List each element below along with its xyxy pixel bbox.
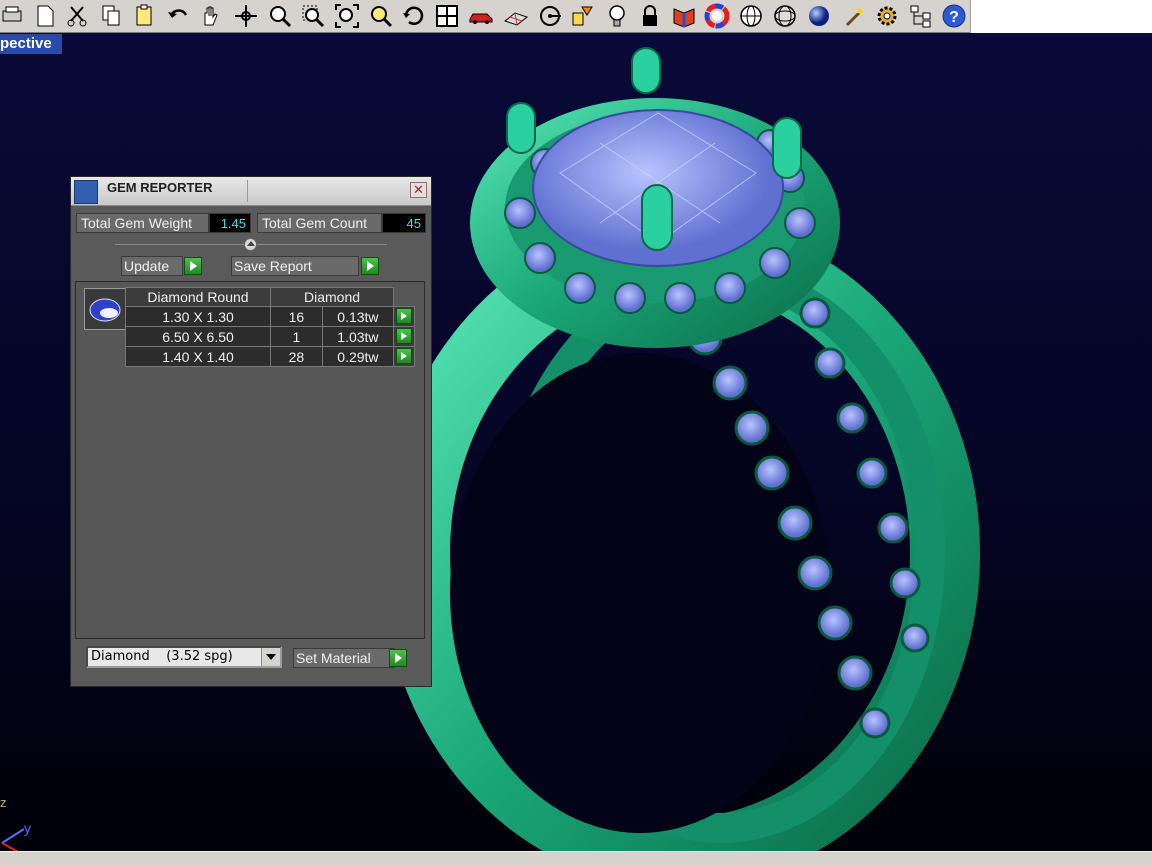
gem-list: Diamond Round Diamond 1.30 X 1.30 16 0.1…: [75, 281, 425, 639]
gem-weight: 0.13tw: [321, 306, 395, 327]
total-count-value: 45: [382, 213, 426, 233]
zoom-extents-icon[interactable]: [333, 2, 361, 30]
grid-icon[interactable]: [433, 2, 461, 30]
panel-title: GEM REPORTER: [107, 180, 213, 195]
gem-count: 28: [270, 346, 323, 367]
wand-icon[interactable]: [840, 2, 868, 30]
row-go-cell: [393, 306, 415, 327]
status-bar: [0, 851, 1152, 865]
update-button[interactable]: Update: [121, 256, 183, 276]
help-icon[interactable]: ?: [940, 2, 968, 30]
set-material-button[interactable]: Set Material: [293, 648, 395, 668]
table-row: 6.50 X 6.50 1 1.03tw: [125, 326, 415, 347]
total-weight-value: 1.45: [209, 213, 251, 233]
row-go-icon[interactable]: [396, 348, 412, 364]
collapse-toggle-icon[interactable]: [244, 238, 257, 251]
material-select-value: Diamond (3.52 spg): [91, 649, 233, 664]
settings-gear-icon[interactable]: [873, 2, 901, 30]
svg-text:?: ?: [949, 9, 959, 26]
axis-triad: z y x: [0, 795, 31, 851]
panel-title-bar[interactable]: GEM REPORTER ✕: [71, 177, 431, 206]
toolbar-empty-area: [970, 0, 1152, 33]
lock-icon[interactable]: [636, 2, 664, 30]
cut-icon[interactable]: [63, 2, 91, 30]
main-toolbar: ?: [0, 0, 1152, 33]
close-icon[interactable]: ✕: [410, 182, 427, 198]
zoom-selected-icon[interactable]: [367, 2, 395, 30]
new-page-icon[interactable]: [31, 2, 59, 30]
wireframe-sphere-icon[interactable]: [737, 2, 765, 30]
gem-reporter-icon: [74, 180, 98, 204]
material-select[interactable]: Diamond (3.52 spg): [86, 646, 282, 668]
row-go-cell: [393, 346, 415, 367]
set-material-go-icon[interactable]: [389, 649, 407, 667]
table-row: 1.30 X 1.30 16 0.13tw: [125, 306, 415, 327]
update-go-icon[interactable]: [184, 257, 202, 275]
print-icon[interactable]: [0, 2, 28, 30]
move-icon[interactable]: [232, 2, 260, 30]
gem-size: 6.50 X 6.50: [125, 326, 271, 347]
total-count-label: Total Gem Count: [257, 213, 382, 233]
copy-icon[interactable]: [97, 2, 125, 30]
row-go-icon[interactable]: [396, 308, 412, 324]
gem-count: 1: [270, 326, 323, 347]
pan-hand-icon[interactable]: [196, 2, 224, 30]
zoom-icon[interactable]: [266, 2, 294, 30]
hierarchy-icon[interactable]: [907, 2, 935, 30]
axis-y-label: y: [24, 820, 31, 836]
chevron-down-icon[interactable]: [261, 648, 280, 666]
gem-size: 1.30 X 1.30: [125, 306, 271, 327]
gem-table: Diamond Round Diamond 1.30 X 1.30 16 0.1…: [125, 287, 415, 367]
render-book-icon[interactable]: [670, 2, 698, 30]
gem-count: 16: [270, 306, 323, 327]
row-go-cell: [393, 326, 415, 347]
column-header-shape: Diamond Round: [125, 287, 271, 307]
snap-icon[interactable]: [569, 2, 597, 30]
zoom-window-icon[interactable]: [299, 2, 327, 30]
total-weight-label: Total Gem Weight: [76, 213, 209, 233]
undo-icon[interactable]: [164, 2, 192, 30]
title-separator: [247, 180, 248, 202]
gem-size: 1.40 X 1.40: [125, 346, 271, 367]
table-row: 1.40 X 1.40 28 0.29tw: [125, 346, 415, 367]
column-header-material: Diamond: [270, 287, 394, 307]
diamond-thumbnail-icon[interactable]: [84, 288, 126, 330]
light-bulb-icon[interactable]: [603, 2, 631, 30]
save-report-go-icon[interactable]: [361, 257, 379, 275]
shaded-sphere-icon[interactable]: [805, 2, 833, 30]
target-icon[interactable]: [536, 2, 564, 30]
paste-icon[interactable]: [130, 2, 158, 30]
mesh-sphere-icon[interactable]: [771, 2, 799, 30]
save-report-button[interactable]: Save Report: [231, 256, 359, 276]
rotate-view-icon[interactable]: [400, 2, 428, 30]
car-icon[interactable]: [467, 2, 495, 30]
gem-weight: 0.29tw: [321, 346, 395, 367]
row-go-icon[interactable]: [396, 328, 412, 344]
gem-weight: 1.03tw: [321, 326, 395, 347]
gem-reporter-panel: GEM REPORTER ✕ Total Gem Weight 1.45 Tot…: [70, 176, 432, 687]
plane-grid-icon[interactable]: [502, 2, 530, 30]
color-wheel-icon[interactable]: [703, 2, 731, 30]
axis-z-label: z: [0, 795, 7, 810]
